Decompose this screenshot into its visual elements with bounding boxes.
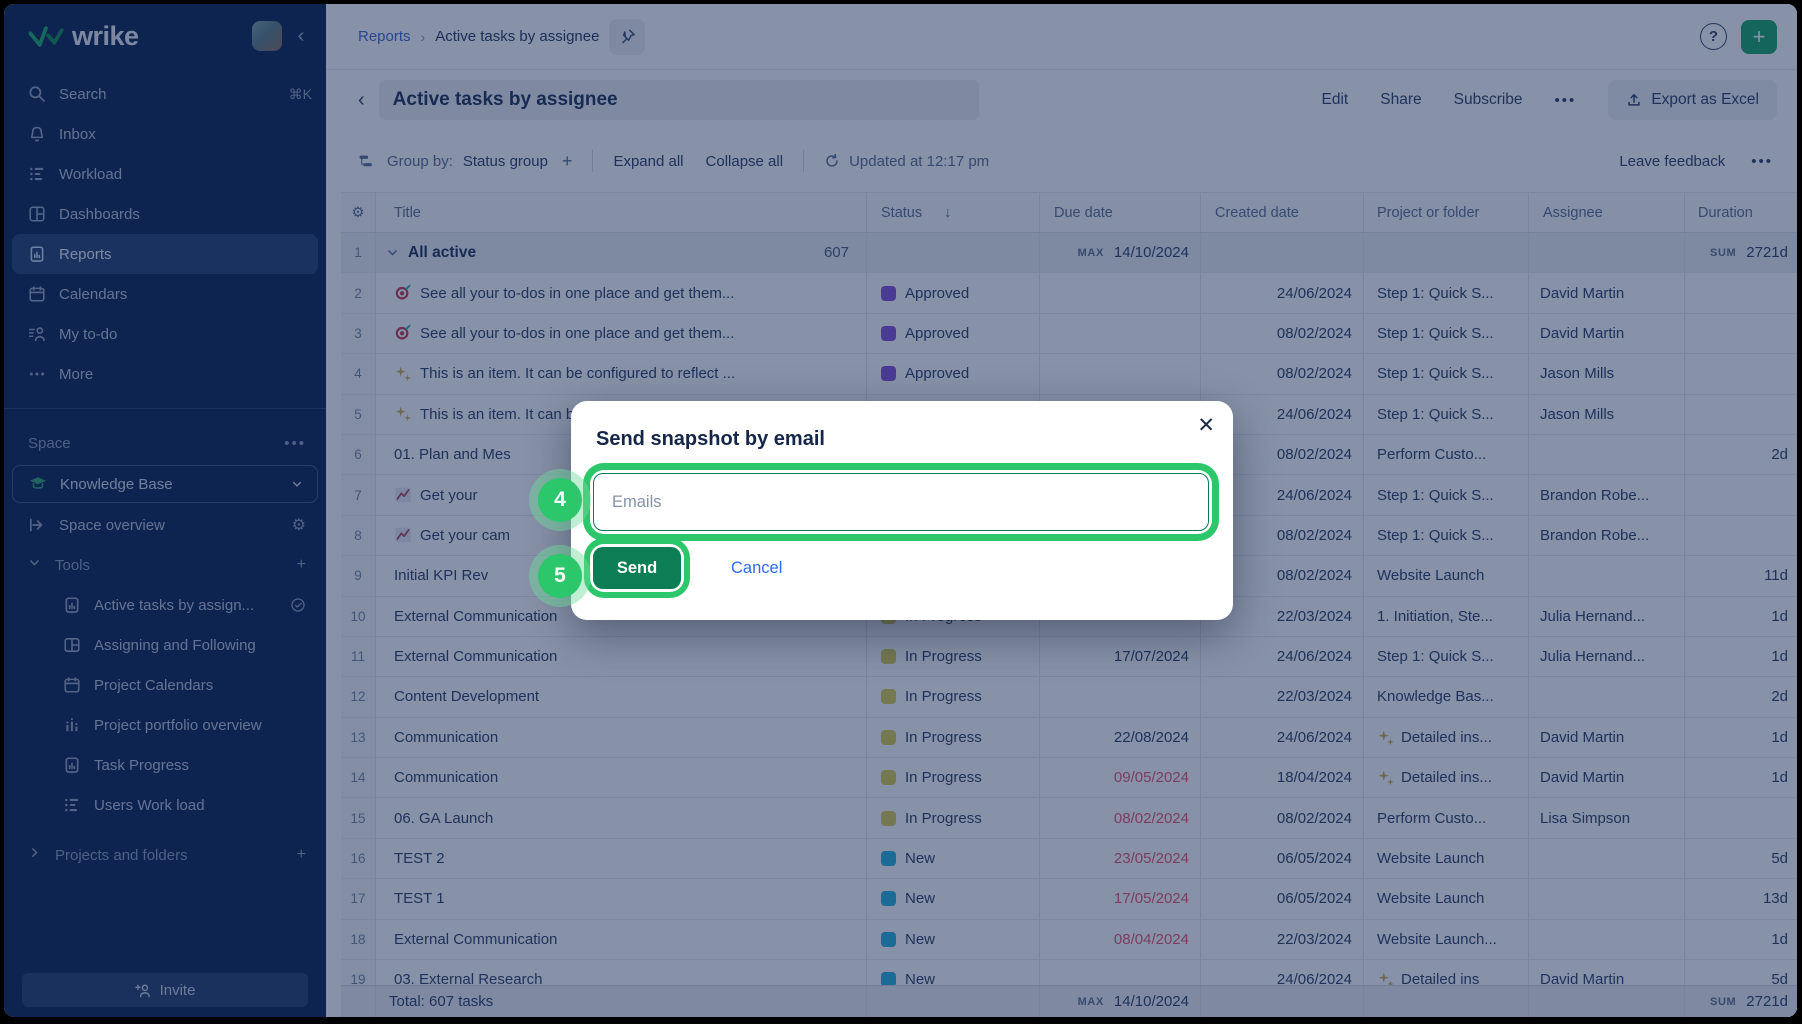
close-icon[interactable]: ✕ [1197, 413, 1215, 438]
emails-input-highlight [593, 473, 1209, 531]
send-snapshot-modal: Send snapshot by email ✕ Send Cancel [571, 401, 1233, 620]
send-button[interactable]: Send [593, 547, 681, 589]
app-window: wrike ‹ Search ⌘K Inbox Workload Dashboa… [4, 4, 1797, 1017]
emails-input[interactable] [593, 473, 1209, 531]
send-button-highlight: Send [593, 547, 681, 589]
modal-title: Send snapshot by email [596, 428, 825, 451]
step-badge-4: 4 [538, 478, 582, 522]
cancel-button[interactable]: Cancel [731, 547, 782, 589]
step-badge-5: 5 [538, 554, 582, 598]
